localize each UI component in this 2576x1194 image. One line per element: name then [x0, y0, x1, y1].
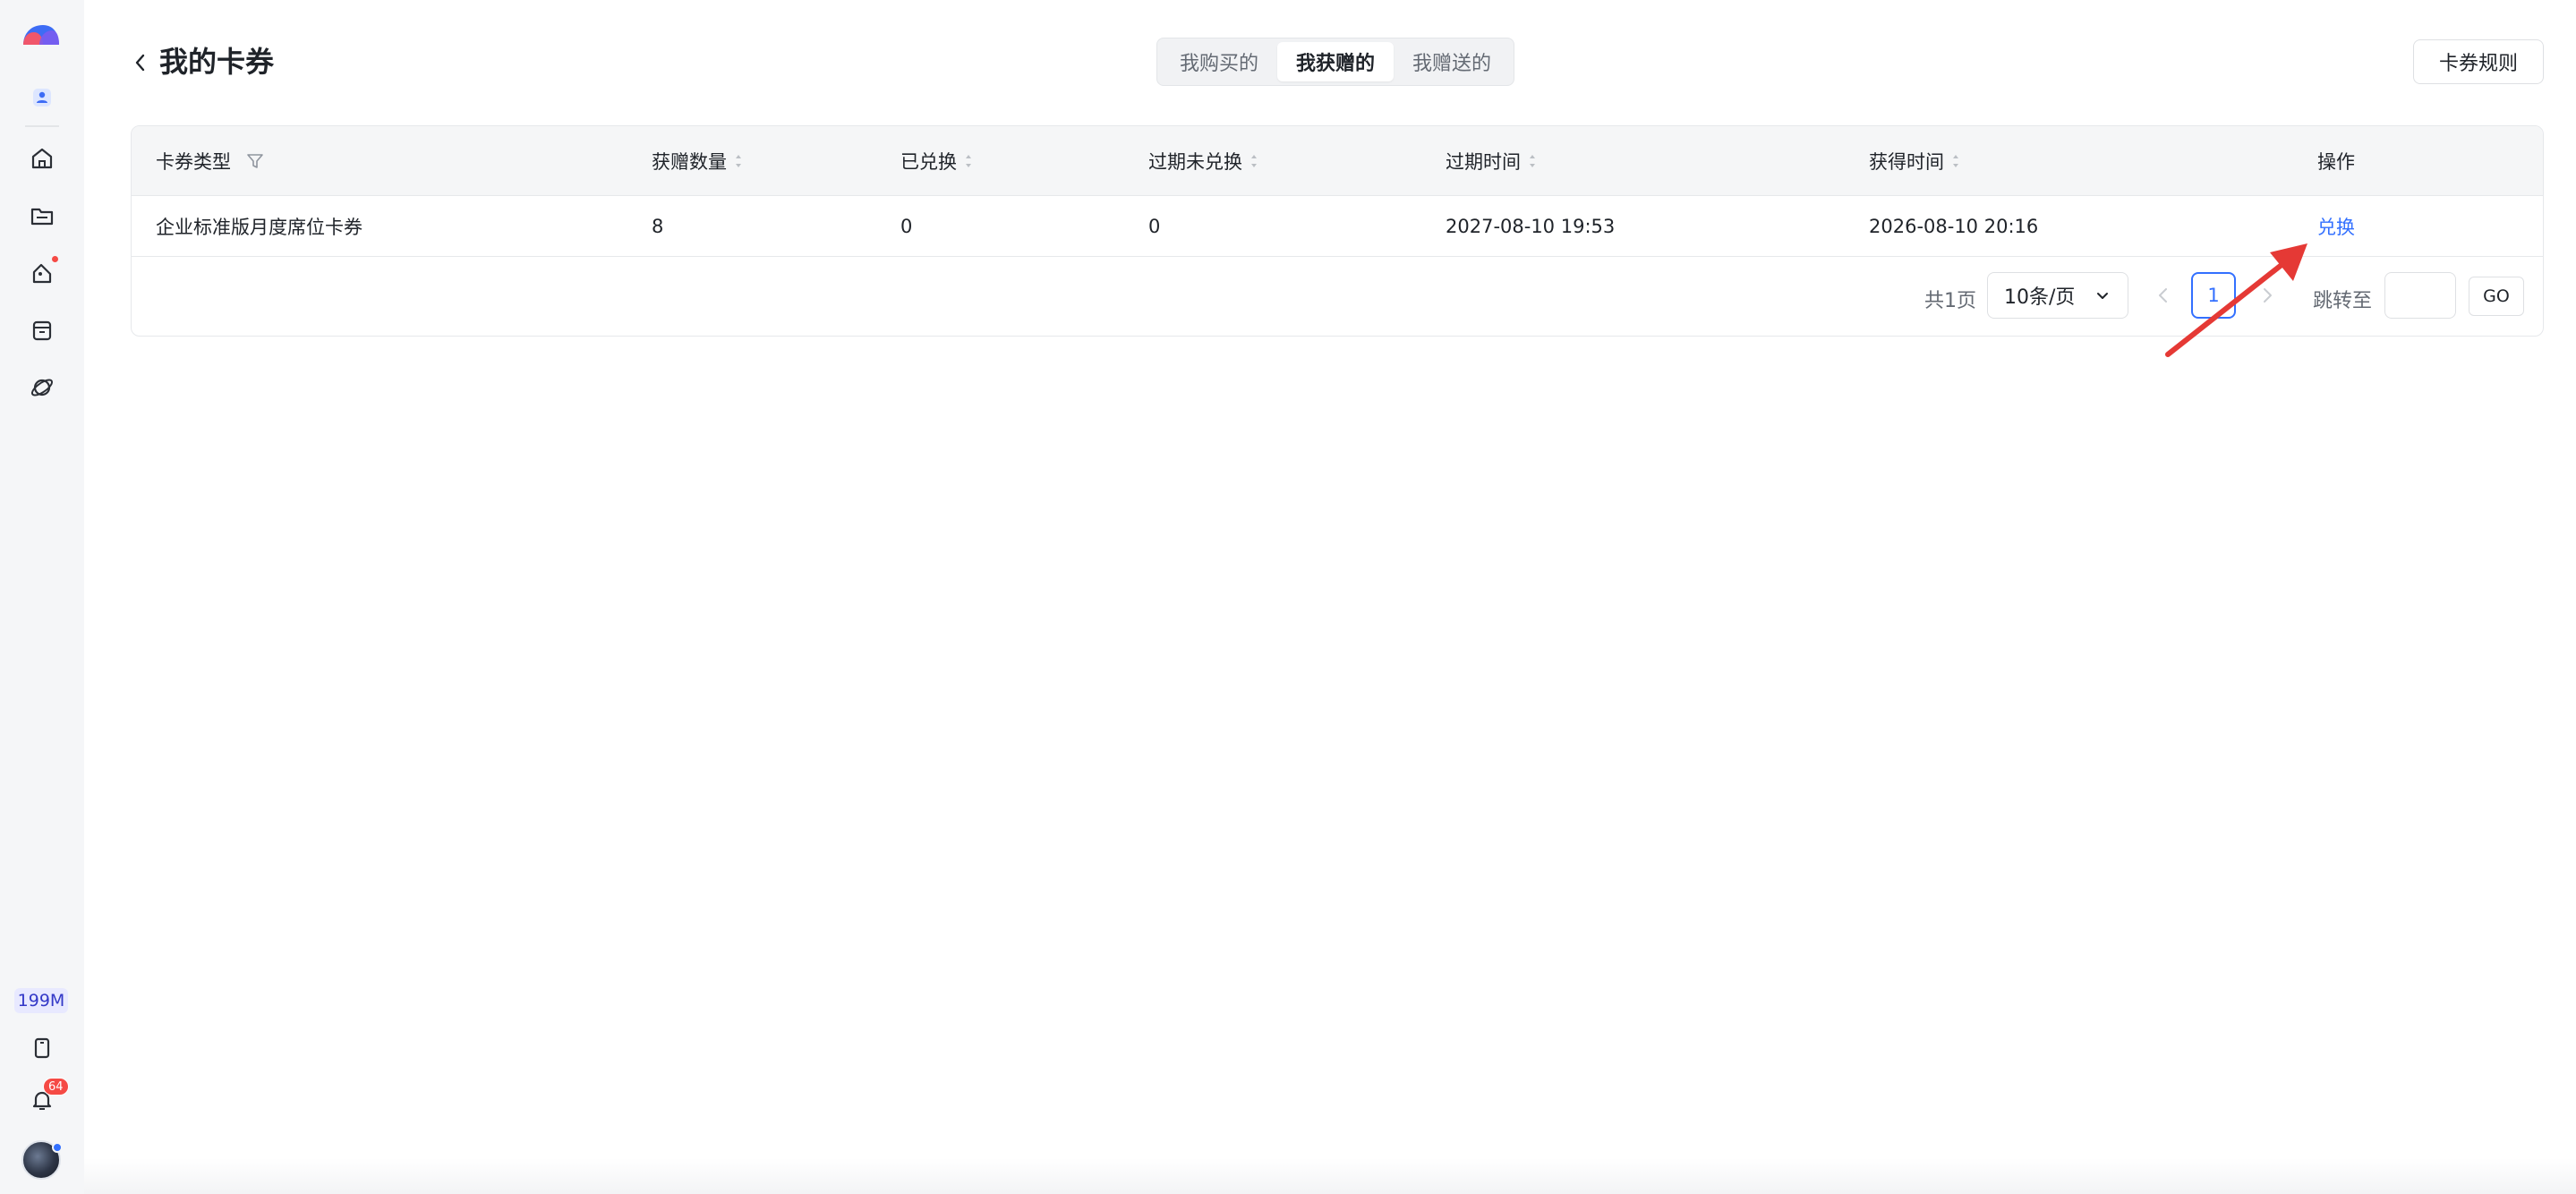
- tablet-icon[interactable]: [21, 1028, 63, 1069]
- cell-expire-time: 2027-08-10 19:53: [1446, 215, 1616, 237]
- col-header-type: 卡券类型: [156, 126, 265, 195]
- total-pages: 共1页: [1924, 290, 1976, 312]
- col-header-action: 操作: [2317, 126, 2355, 195]
- planet-icon[interactable]: [21, 367, 63, 408]
- col-header-label: 过期时间: [1446, 150, 1521, 173]
- col-header-label: 操作: [2317, 150, 2355, 173]
- col-header-expire-time[interactable]: 过期时间: [1446, 126, 1537, 195]
- app: 199M 64 我的卡券 我购买的 我获赠的 我赠送的 卡券规则 卡券类型 获赠…: [0, 0, 2576, 1194]
- back-chevron-icon[interactable]: [131, 50, 150, 75]
- col-header-label: 获赠数量: [652, 150, 727, 173]
- tab-purchased[interactable]: 我购买的: [1161, 42, 1277, 81]
- tab-switcher: 我购买的 我获赠的 我赠送的: [1156, 38, 1514, 86]
- sort-icon[interactable]: [964, 152, 973, 170]
- cell-type: 企业标准版月度席位卡券: [156, 216, 363, 238]
- folder-icon[interactable]: [21, 195, 63, 236]
- col-header-redeemed[interactable]: 已兑换: [900, 126, 973, 195]
- jump-page-input[interactable]: [2384, 272, 2456, 319]
- sidebar: 199M 64: [0, 0, 84, 1194]
- cell-received: 8: [652, 215, 664, 237]
- avatar-status-dot: [52, 1142, 63, 1153]
- col-header-obtained-time[interactable]: 获得时间: [1869, 126, 1960, 195]
- sort-icon[interactable]: [1250, 152, 1258, 170]
- cell-redeemed: 0: [900, 215, 913, 237]
- col-header-label: 过期未兑换: [1148, 150, 1242, 173]
- col-header-expired[interactable]: 过期未兑换: [1148, 126, 1258, 195]
- col-header-received[interactable]: 获赠数量: [652, 126, 743, 195]
- apps-notification-dot: [50, 254, 60, 264]
- filter-icon[interactable]: [245, 151, 265, 171]
- col-header-label: 获得时间: [1869, 150, 1944, 173]
- notification-count-badge: 64: [43, 1078, 69, 1096]
- page-size-select[interactable]: 10条/页: [1987, 272, 2128, 319]
- annotation-arrow: [2165, 243, 2307, 357]
- sort-icon[interactable]: [1951, 152, 1960, 170]
- home-icon[interactable]: [21, 138, 63, 179]
- cell-obtained-time: 2026-08-10 20:16: [1869, 215, 2039, 237]
- page-title: 我的卡券: [159, 45, 275, 79]
- sort-icon[interactable]: [734, 152, 743, 170]
- col-header-label: 已兑换: [900, 150, 957, 173]
- col-header-label: 卡券类型: [156, 150, 231, 173]
- contacts-icon[interactable]: [21, 77, 63, 118]
- bottom-fade: [84, 1158, 2576, 1194]
- archive-icon[interactable]: [21, 310, 63, 351]
- go-button[interactable]: GO: [2469, 277, 2524, 316]
- storage-badge[interactable]: 199M: [14, 988, 68, 1013]
- page-size-value: 10条/页: [2004, 286, 2076, 309]
- table-header: 卡券类型 获赠数量 已兑换 过期未兑换 过期时间 获得时间 操作: [132, 126, 2543, 196]
- sidebar-divider: [25, 125, 59, 127]
- app-logo[interactable]: [20, 18, 63, 48]
- tab-received[interactable]: 我获赠的: [1277, 42, 1394, 81]
- sort-icon[interactable]: [1528, 152, 1537, 170]
- chevron-down-icon: [2097, 293, 2108, 299]
- cell-expired: 0: [1148, 215, 1161, 237]
- card-rules-button[interactable]: 卡券规则: [2413, 39, 2544, 84]
- tab-gifted[interactable]: 我赠送的: [1394, 42, 1510, 81]
